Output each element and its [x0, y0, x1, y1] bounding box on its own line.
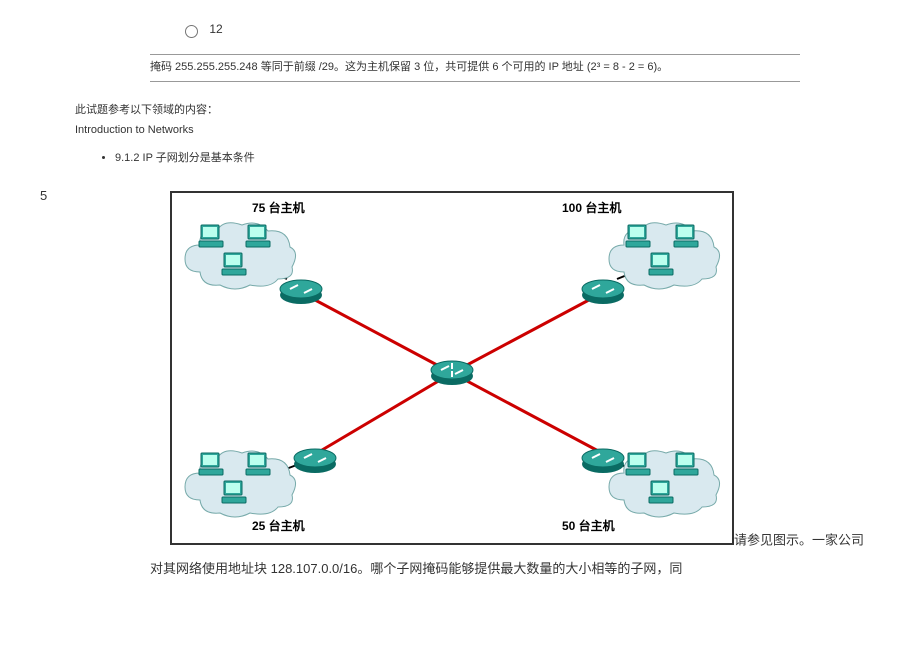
- pc-icon: [672, 223, 700, 251]
- pc-icon: [197, 451, 225, 479]
- option-12[interactable]: 12: [180, 20, 880, 39]
- network-diagram: 75 台主机 100 台主机 25 台主机 50 台主机: [170, 191, 734, 545]
- question-number: 5: [40, 186, 70, 584]
- pc-icon: [624, 451, 652, 479]
- pc-icon: [220, 251, 248, 279]
- reference-bullet: 9.1.2 IP 子网划分是基本条件: [115, 150, 880, 168]
- reference-block: 此试题参考以下领域的内容： Introduction to Networks 9…: [75, 102, 880, 168]
- question-trailing: 请参见图示。一家公司: [734, 532, 864, 547]
- label-tr: 100 台主机: [562, 199, 621, 218]
- option-label-12: 12: [209, 22, 222, 36]
- question-row: 5 75 台主机 100 台主机 25 台主机 50 台主机: [40, 186, 880, 584]
- pc-icon: [197, 223, 225, 251]
- pc-icon: [672, 451, 700, 479]
- pc-icon: [647, 251, 675, 279]
- question-line2: 对其网络使用地址块 128.107.0.0/16。哪个子网掩码能够提供最大数量的…: [150, 555, 800, 584]
- pc-icon: [624, 223, 652, 251]
- reference-course: Introduction to Networks: [75, 122, 880, 140]
- reference-intro: 此试题参考以下领域的内容：: [75, 102, 880, 120]
- center-router-icon: [429, 350, 475, 396]
- pc-icon: [220, 479, 248, 507]
- pc-icon: [244, 223, 272, 251]
- pc-icon: [647, 479, 675, 507]
- label-tl: 75 台主机: [252, 199, 305, 218]
- radio-12[interactable]: [185, 25, 198, 38]
- explanation-text: 掩码 255.255.255.248 等同于前缀 /29。这为主机保留 3 位，…: [150, 61, 668, 73]
- explanation-box: 掩码 255.255.255.248 等同于前缀 /29。这为主机保留 3 位，…: [150, 54, 800, 82]
- pc-icon: [244, 451, 272, 479]
